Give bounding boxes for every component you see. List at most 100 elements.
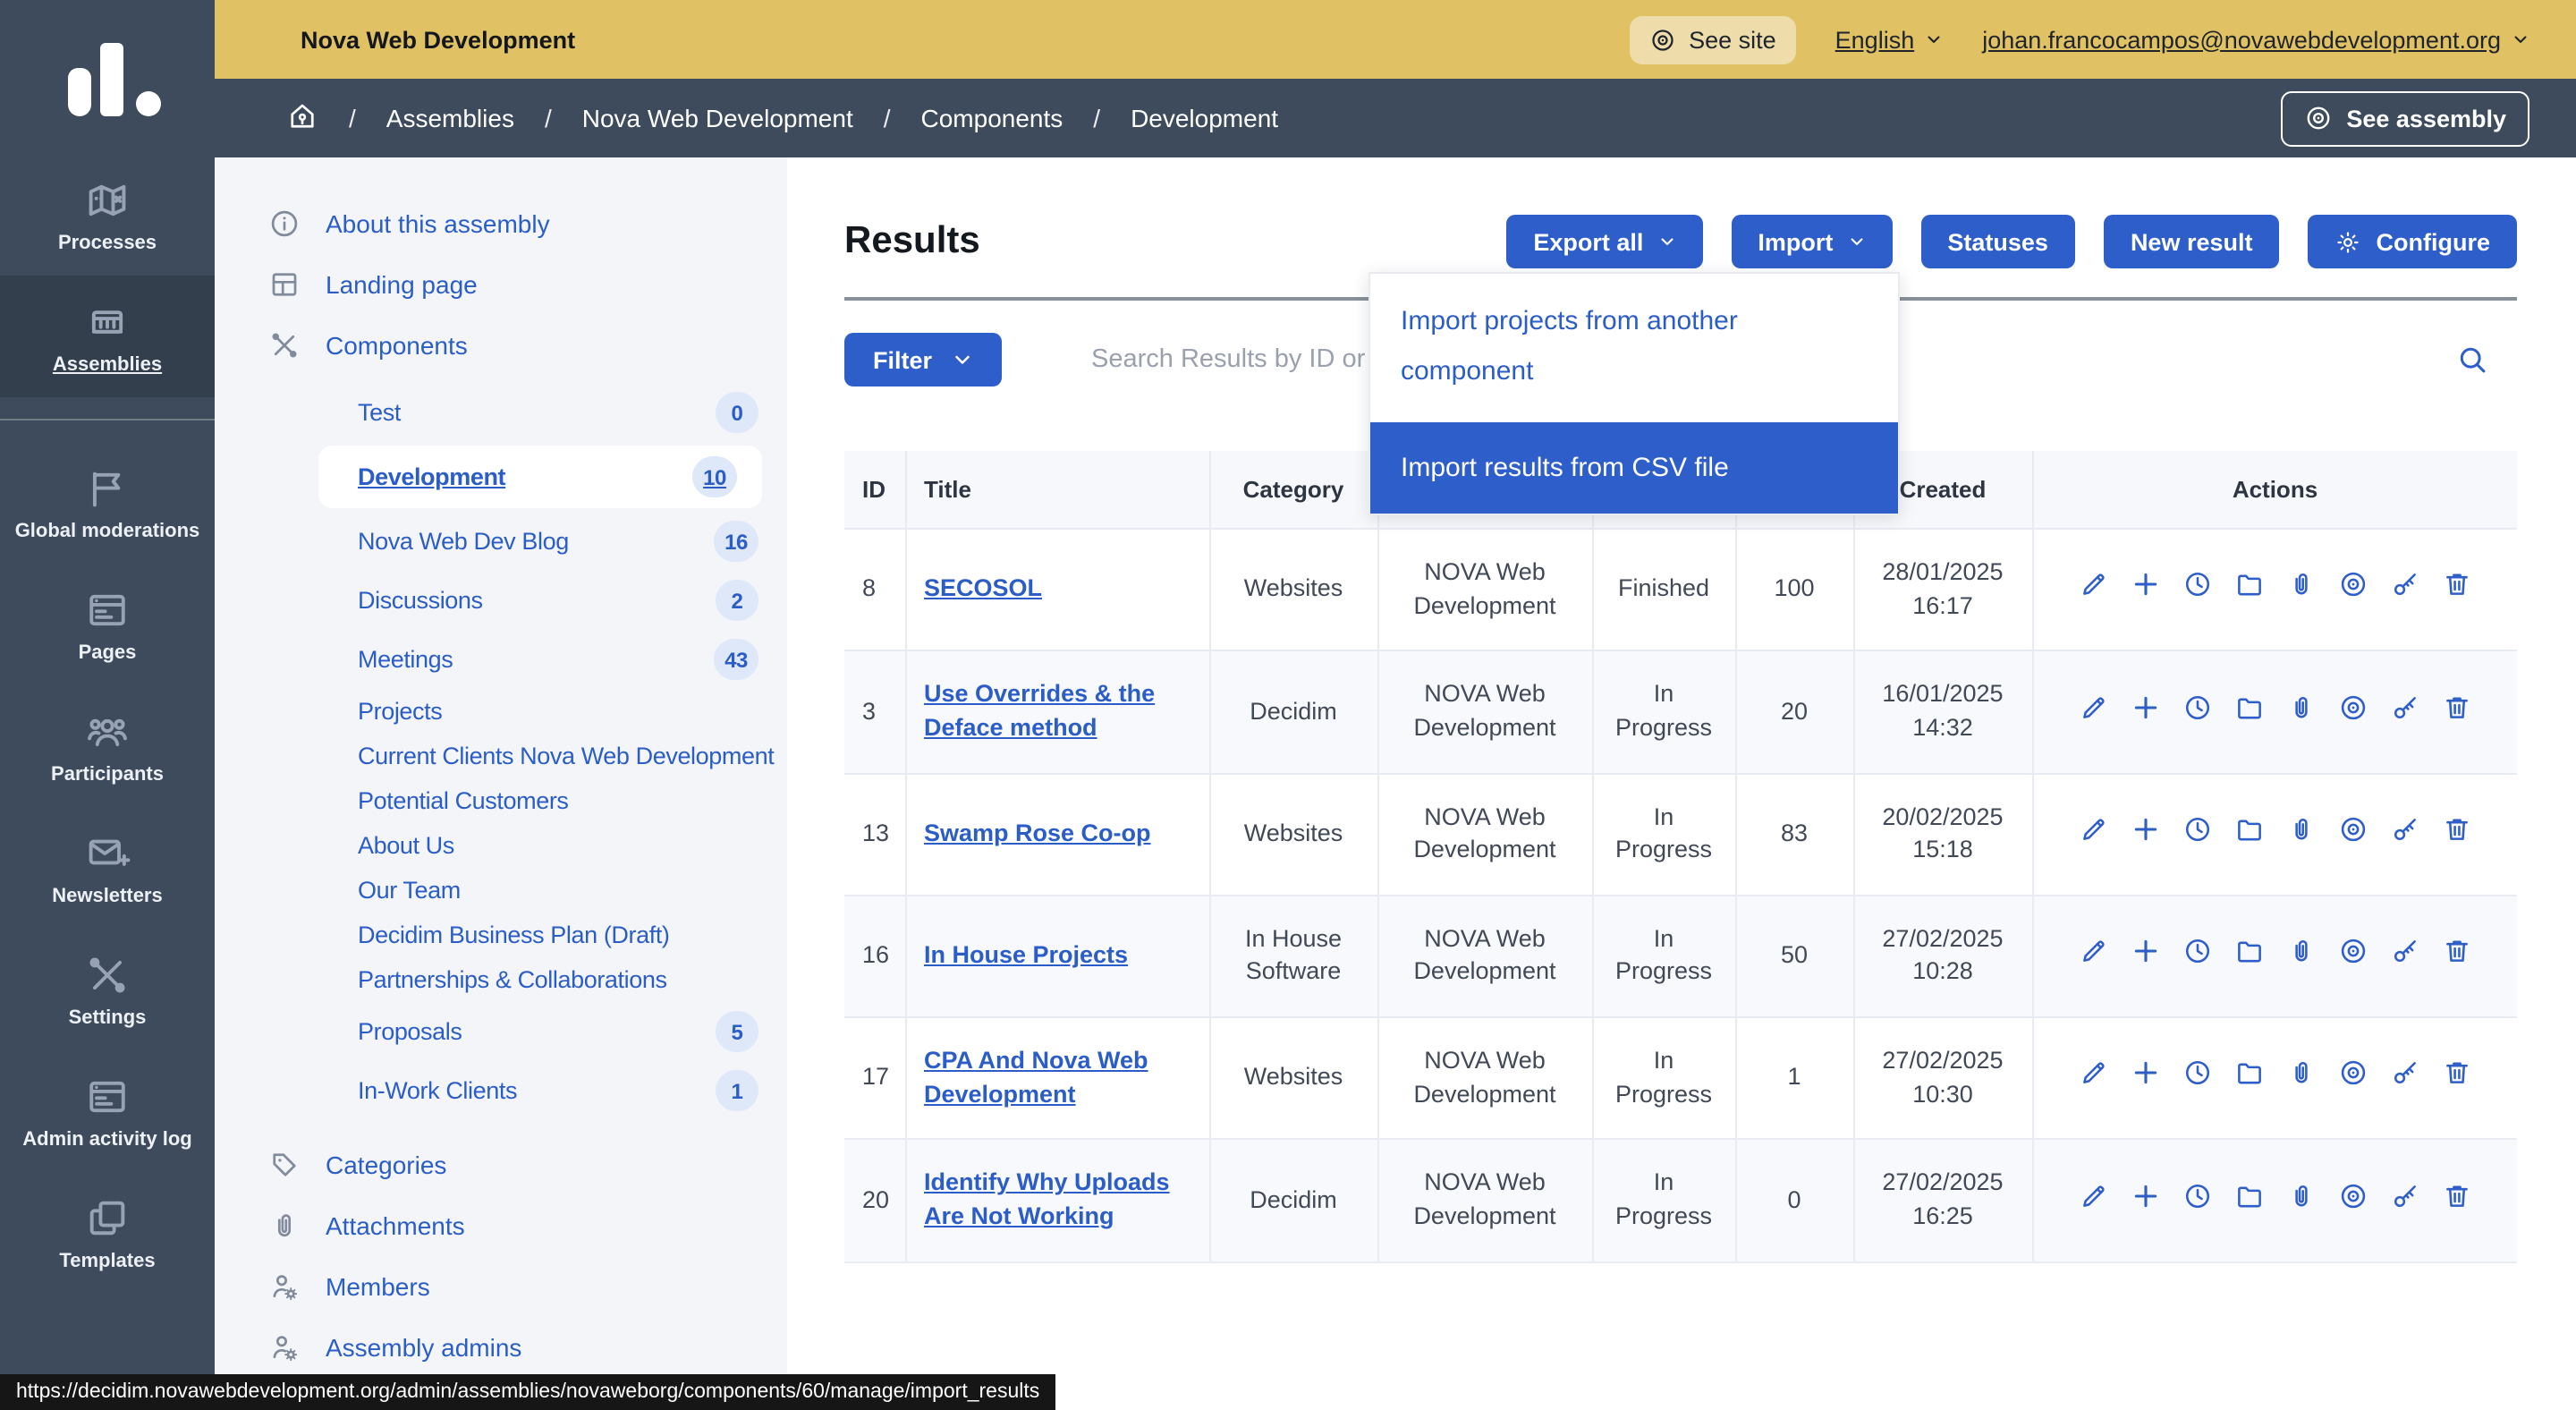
delete-trash-icon[interactable] bbox=[2442, 814, 2472, 854]
permissions-key-icon[interactable] bbox=[2390, 936, 2420, 976]
attachments-paperclip-icon[interactable] bbox=[2286, 1180, 2317, 1220]
breadcrumb-item-assemblies[interactable]: Assemblies bbox=[386, 104, 514, 132]
menu-item-landing-page[interactable]: Landing page bbox=[215, 254, 787, 315]
sidebar-item-assemblies[interactable]: Assemblies bbox=[0, 276, 215, 397]
result-title-link[interactable]: Swamp Rose Co-op bbox=[924, 820, 1151, 846]
see-site-button[interactable]: See site bbox=[1630, 15, 1796, 64]
folder-icon[interactable] bbox=[2234, 692, 2265, 732]
component-item-development[interactable]: Development10 bbox=[318, 446, 762, 508]
permissions-key-icon[interactable] bbox=[2390, 570, 2420, 610]
sidebar-item-settings[interactable]: Settings bbox=[0, 929, 215, 1050]
folder-icon[interactable] bbox=[2234, 1180, 2265, 1220]
component-item-test[interactable]: Test0 bbox=[215, 383, 787, 442]
delete-trash-icon[interactable] bbox=[2442, 1180, 2472, 1220]
breadcrumb-item-development[interactable]: Development bbox=[1131, 104, 1278, 132]
component-item-potential-customers[interactable]: Potential Customers bbox=[215, 778, 787, 823]
configure-button[interactable]: Configure bbox=[2309, 215, 2518, 268]
permissions-key-icon[interactable] bbox=[2390, 692, 2420, 732]
edit-pencil-icon[interactable] bbox=[2079, 936, 2109, 976]
attachments-paperclip-icon[interactable] bbox=[2286, 692, 2317, 732]
add-plus-icon[interactable] bbox=[2131, 936, 2161, 976]
permissions-key-icon[interactable] bbox=[2390, 1058, 2420, 1099]
history-clock-icon[interactable] bbox=[2182, 692, 2213, 732]
menu-item-categories[interactable]: Categories bbox=[215, 1134, 787, 1195]
menu-item-members[interactable]: Members bbox=[215, 1256, 787, 1317]
folder-icon[interactable] bbox=[2234, 570, 2265, 610]
history-clock-icon[interactable] bbox=[2182, 814, 2213, 854]
history-clock-icon[interactable] bbox=[2182, 1180, 2213, 1220]
folder-icon[interactable] bbox=[2234, 814, 2265, 854]
export-all-button[interactable]: Export all bbox=[1506, 215, 1702, 268]
preview-eye-icon[interactable] bbox=[2338, 1180, 2368, 1220]
breadcrumb-item-components[interactable]: Components bbox=[921, 104, 1063, 132]
delete-trash-icon[interactable] bbox=[2442, 936, 2472, 976]
add-plus-icon[interactable] bbox=[2131, 570, 2161, 610]
component-item-about-us[interactable]: About Us bbox=[215, 823, 787, 868]
language-selector[interactable]: English bbox=[1835, 26, 1944, 53]
delete-trash-icon[interactable] bbox=[2442, 570, 2472, 610]
edit-pencil-icon[interactable] bbox=[2079, 1180, 2109, 1220]
sidebar-item-participants[interactable]: Participants bbox=[0, 685, 215, 807]
sidebar-item-templates[interactable]: Templates bbox=[0, 1172, 215, 1294]
add-plus-icon[interactable] bbox=[2131, 1180, 2161, 1220]
add-plus-icon[interactable] bbox=[2131, 1058, 2161, 1099]
delete-trash-icon[interactable] bbox=[2442, 1058, 2472, 1099]
menu-item-attachments[interactable]: Attachments bbox=[215, 1195, 787, 1256]
folder-icon[interactable] bbox=[2234, 936, 2265, 976]
sidebar-item-global-moderations[interactable]: Global moderations bbox=[0, 442, 215, 564]
result-title-link[interactable]: CPA And Nova Web Development bbox=[924, 1047, 1148, 1107]
breadcrumb-item-nova-web-development[interactable]: Nova Web Development bbox=[582, 104, 853, 132]
sidebar-item-admin-activity-log[interactable]: Admin activity log bbox=[0, 1050, 215, 1172]
preview-eye-icon[interactable] bbox=[2338, 814, 2368, 854]
folder-icon[interactable] bbox=[2234, 1058, 2265, 1099]
attachments-paperclip-icon[interactable] bbox=[2286, 1058, 2317, 1099]
add-plus-icon[interactable] bbox=[2131, 692, 2161, 732]
component-item-partnerships-collaborations[interactable]: Partnerships & Collaborations bbox=[215, 957, 787, 1002]
permissions-key-icon[interactable] bbox=[2390, 814, 2420, 854]
edit-pencil-icon[interactable] bbox=[2079, 1058, 2109, 1099]
import-button[interactable]: Import bbox=[1731, 215, 1892, 268]
edit-pencil-icon[interactable] bbox=[2079, 814, 2109, 854]
component-item-our-team[interactable]: Our Team bbox=[215, 868, 787, 913]
filter-button[interactable]: Filter bbox=[844, 333, 1002, 386]
component-item-decidim-business-plan-draft[interactable]: Decidim Business Plan (Draft) bbox=[215, 913, 787, 957]
search-button[interactable] bbox=[2456, 344, 2488, 385]
component-item-current-clients-nova-web-development[interactable]: Current Clients Nova Web Development bbox=[215, 734, 787, 778]
sidebar-item-processes[interactable]: Processes bbox=[0, 154, 215, 276]
component-item-in-work-clients[interactable]: In-Work Clients1 bbox=[215, 1061, 787, 1120]
preview-eye-icon[interactable] bbox=[2338, 692, 2368, 732]
component-item-meetings[interactable]: Meetings43 bbox=[215, 630, 787, 689]
attachments-paperclip-icon[interactable] bbox=[2286, 570, 2317, 610]
breadcrumb-home-link[interactable] bbox=[286, 99, 318, 137]
delete-trash-icon[interactable] bbox=[2442, 692, 2472, 732]
permissions-key-icon[interactable] bbox=[2390, 1180, 2420, 1220]
result-title-link[interactable]: In House Projects bbox=[924, 941, 1128, 968]
sidebar-item-newsletters[interactable]: Newsletters bbox=[0, 807, 215, 929]
history-clock-icon[interactable] bbox=[2182, 570, 2213, 610]
preview-eye-icon[interactable] bbox=[2338, 570, 2368, 610]
component-item-projects[interactable]: Projects bbox=[215, 689, 787, 734]
edit-pencil-icon[interactable] bbox=[2079, 692, 2109, 732]
result-title-link[interactable]: SECOSOL bbox=[924, 575, 1042, 602]
attachments-paperclip-icon[interactable] bbox=[2286, 936, 2317, 976]
sidebar-item-pages[interactable]: Pages bbox=[0, 564, 215, 685]
add-plus-icon[interactable] bbox=[2131, 814, 2161, 854]
component-item-proposals[interactable]: Proposals5 bbox=[215, 1002, 787, 1061]
result-title-link[interactable]: Use Overrides & the Deface method bbox=[924, 681, 1155, 741]
menu-item-components[interactable]: Components bbox=[215, 315, 787, 376]
new-result-button[interactable]: New result bbox=[2104, 215, 2280, 268]
component-item-nova-web-dev-blog[interactable]: Nova Web Dev Blog16 bbox=[215, 512, 787, 571]
component-item-discussions[interactable]: Discussions2 bbox=[215, 571, 787, 630]
menu-item-assembly-admins[interactable]: Assembly admins bbox=[215, 1317, 787, 1378]
preview-eye-icon[interactable] bbox=[2338, 1058, 2368, 1099]
statuses-button[interactable]: Statuses bbox=[1920, 215, 2075, 268]
history-clock-icon[interactable] bbox=[2182, 936, 2213, 976]
menu-item-about-this-assembly[interactable]: About this assembly bbox=[215, 193, 787, 254]
preview-eye-icon[interactable] bbox=[2338, 936, 2368, 976]
menu-item-import-results-csv[interactable]: Import results from CSV file bbox=[1370, 421, 1898, 514]
menu-item-import-projects[interactable]: Import projects from another component bbox=[1370, 274, 1898, 421]
see-assembly-button[interactable]: See assembly bbox=[2280, 90, 2529, 146]
result-title-link[interactable]: Identify Why Uploads Are Not Working bbox=[924, 1169, 1170, 1229]
attachments-paperclip-icon[interactable] bbox=[2286, 814, 2317, 854]
history-clock-icon[interactable] bbox=[2182, 1058, 2213, 1099]
